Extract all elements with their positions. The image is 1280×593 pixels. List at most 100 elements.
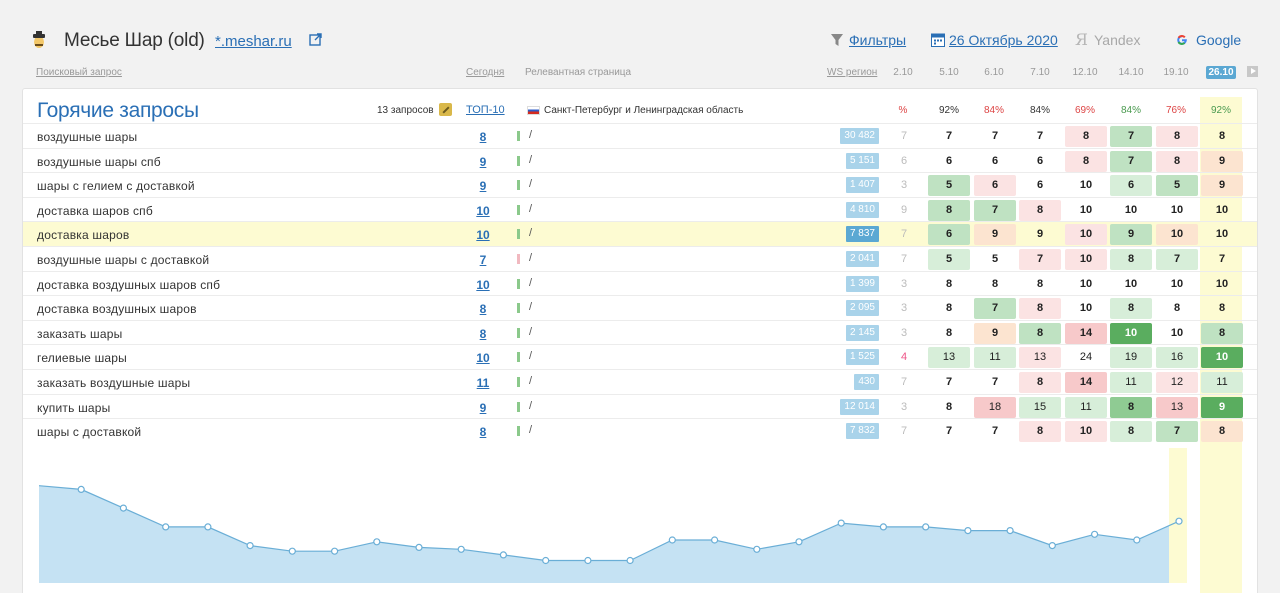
position-cell: 7 bbox=[1156, 248, 1198, 270]
position-cell: 8 bbox=[1201, 322, 1243, 344]
position-cell: 5 bbox=[991, 252, 999, 265]
yandex-tab[interactable]: Yandex bbox=[1094, 32, 1140, 48]
chart-point[interactable] bbox=[1006, 526, 1014, 535]
chart-point[interactable] bbox=[1133, 536, 1141, 544]
next-dates-arrow-icon[interactable] bbox=[1247, 66, 1258, 77]
today-position-link[interactable]: 8 bbox=[463, 302, 503, 316]
relevant-page[interactable]: / bbox=[529, 203, 532, 215]
chart-point[interactable] bbox=[204, 523, 212, 531]
chart-point[interactable] bbox=[922, 523, 930, 531]
filter-icon[interactable] bbox=[830, 33, 844, 47]
relevant-page[interactable]: / bbox=[529, 129, 532, 141]
today-position-link[interactable]: 7 bbox=[463, 253, 503, 267]
column-header-today[interactable]: Сегодня bbox=[466, 67, 504, 78]
chart-point[interactable] bbox=[373, 538, 381, 546]
table-row[interactable]: доставка шаров спб 10 / 4 810 9 8 7 8 10… bbox=[23, 196, 1257, 222]
chart-point[interactable] bbox=[710, 536, 719, 544]
chart-point[interactable] bbox=[542, 556, 550, 565]
today-position-link[interactable]: 10 bbox=[463, 204, 503, 218]
chart-point[interactable] bbox=[626, 556, 634, 565]
relevant-page[interactable]: / bbox=[529, 301, 532, 313]
column-header-query[interactable]: Поисковый запрос bbox=[36, 67, 122, 78]
yandex-icon[interactable]: Я bbox=[1075, 30, 1088, 49]
table-row[interactable]: шары с доставкой 8 / 7 832 7 7 7 8 10 8 … bbox=[23, 418, 1257, 443]
table-row[interactable]: доставка воздушных шаров спб 10 / 1 399 … bbox=[23, 270, 1257, 296]
relevant-page[interactable]: / bbox=[529, 326, 532, 338]
today-position-link[interactable]: 9 bbox=[463, 155, 503, 169]
visibility-percent: 69% bbox=[1074, 105, 1095, 116]
table-row[interactable]: воздушные шары с доставкой 7 / 2 041 7 5… bbox=[23, 245, 1257, 271]
today-position-link[interactable]: 8 bbox=[463, 130, 503, 144]
position-cell: 10 bbox=[1170, 326, 1184, 339]
relevant-page[interactable]: / bbox=[529, 154, 532, 166]
table-row[interactable]: заказать шары 8 / 2 145 3 8 9 8 14 10 10… bbox=[23, 319, 1257, 345]
relevant-page[interactable]: / bbox=[529, 178, 532, 190]
relevant-page[interactable]: / bbox=[529, 227, 532, 239]
table-row[interactable]: купить шары 9 / 12 014 3 8 18 15 11 8 13… bbox=[23, 393, 1257, 419]
chart-point[interactable] bbox=[668, 536, 676, 544]
date-column-header[interactable]: 2.10 bbox=[885, 67, 921, 78]
table-row[interactable]: гелиевые шары 10 / 1 525 4 13 11 13 24 1… bbox=[23, 344, 1257, 369]
chart-point[interactable] bbox=[119, 504, 128, 512]
today-position-link[interactable]: 9 bbox=[463, 401, 503, 415]
table-row[interactable]: шары с гелием с доставкой 9 / 1 407 3 5 … bbox=[23, 172, 1257, 197]
today-position-link[interactable]: 10 bbox=[463, 351, 503, 365]
table-row[interactable]: доставка воздушных шаров 8 / 2 095 3 8 7… bbox=[23, 295, 1257, 320]
date-column-header[interactable]: 7.10 bbox=[1022, 67, 1058, 78]
external-link-icon[interactable] bbox=[309, 33, 322, 46]
chart-point[interactable] bbox=[795, 538, 803, 546]
chart-point[interactable] bbox=[499, 551, 507, 559]
today-position-link[interactable]: 10 bbox=[463, 228, 503, 242]
filters-link[interactable]: Фильтры bbox=[849, 32, 906, 48]
date-column-header[interactable]: 19.10 bbox=[1158, 67, 1194, 78]
date-column-header[interactable]: 14.10 bbox=[1113, 67, 1149, 78]
chart-point[interactable] bbox=[879, 523, 888, 531]
calendar-icon[interactable] bbox=[931, 32, 945, 47]
position-cell: 7 bbox=[991, 375, 999, 388]
position-cell: 10 bbox=[1065, 421, 1107, 443]
google-tab[interactable]: Google bbox=[1196, 32, 1241, 48]
keyword: воздушные шары спб bbox=[37, 154, 161, 169]
chart-point[interactable] bbox=[457, 545, 465, 553]
edit-pencil-icon[interactable] bbox=[439, 103, 452, 116]
relevant-page[interactable]: / bbox=[529, 252, 532, 264]
today-position-link[interactable]: 8 bbox=[463, 327, 503, 341]
chart-point[interactable] bbox=[584, 556, 592, 565]
date-column-header[interactable]: 5.10 bbox=[931, 67, 967, 78]
chart-point[interactable] bbox=[415, 543, 423, 552]
project-domain-link[interactable]: *.meshar.ru bbox=[215, 33, 292, 50]
today-position-link[interactable]: 11 bbox=[463, 376, 503, 390]
date-column-header[interactable]: 12.10 bbox=[1067, 67, 1103, 78]
relevant-page[interactable]: / bbox=[529, 350, 532, 362]
chart-point[interactable] bbox=[964, 526, 972, 535]
google-icon[interactable] bbox=[1176, 34, 1188, 46]
table-row-selected[interactable]: доставка шаров 10 / 7 837 7 6 9 9 10 9 1… bbox=[23, 221, 1257, 246]
table-row[interactable]: воздушные шары 8 / 30 482 7 7 7 7 8 7 8 … bbox=[23, 123, 1257, 148]
date-column-header-active[interactable]: 26.10 bbox=[1206, 66, 1236, 79]
chart-point[interactable] bbox=[246, 541, 254, 550]
chart-point[interactable] bbox=[77, 485, 85, 494]
chart-point[interactable] bbox=[1090, 530, 1099, 538]
ws-frequency: 1 399 bbox=[845, 275, 879, 292]
column-header-ws-region[interactable]: WS регион bbox=[827, 67, 877, 78]
relevant-page[interactable]: / bbox=[529, 375, 532, 387]
relevant-page[interactable]: / bbox=[529, 424, 532, 436]
date-column-header[interactable]: 6.10 bbox=[976, 67, 1012, 78]
relevant-page[interactable]: / bbox=[529, 277, 532, 289]
today-position-link[interactable]: 10 bbox=[463, 278, 503, 292]
date-picker-link[interactable]: 26 Октябрь 2020 bbox=[949, 32, 1058, 48]
chart-point[interactable] bbox=[1048, 541, 1056, 550]
today-position-link[interactable]: 9 bbox=[463, 179, 503, 193]
position-cell: 7 bbox=[991, 425, 999, 438]
relevant-page[interactable]: / bbox=[529, 400, 532, 412]
chart-point[interactable] bbox=[1175, 517, 1183, 525]
top10-link[interactable]: ТОП-10 bbox=[466, 104, 505, 116]
chart-point[interactable] bbox=[162, 523, 170, 531]
chart-point[interactable] bbox=[331, 547, 339, 555]
table-row[interactable]: воздушные шары спб 9 / 5 151 6 6 6 6 8 7… bbox=[23, 147, 1257, 173]
today-position-link[interactable]: 8 bbox=[463, 425, 503, 439]
table-row[interactable]: заказать воздушные шары 11 / 430 7 7 7 8… bbox=[23, 368, 1257, 394]
chart-point[interactable] bbox=[288, 547, 296, 555]
chart-point[interactable] bbox=[837, 519, 845, 527]
chart-point[interactable] bbox=[753, 545, 761, 553]
